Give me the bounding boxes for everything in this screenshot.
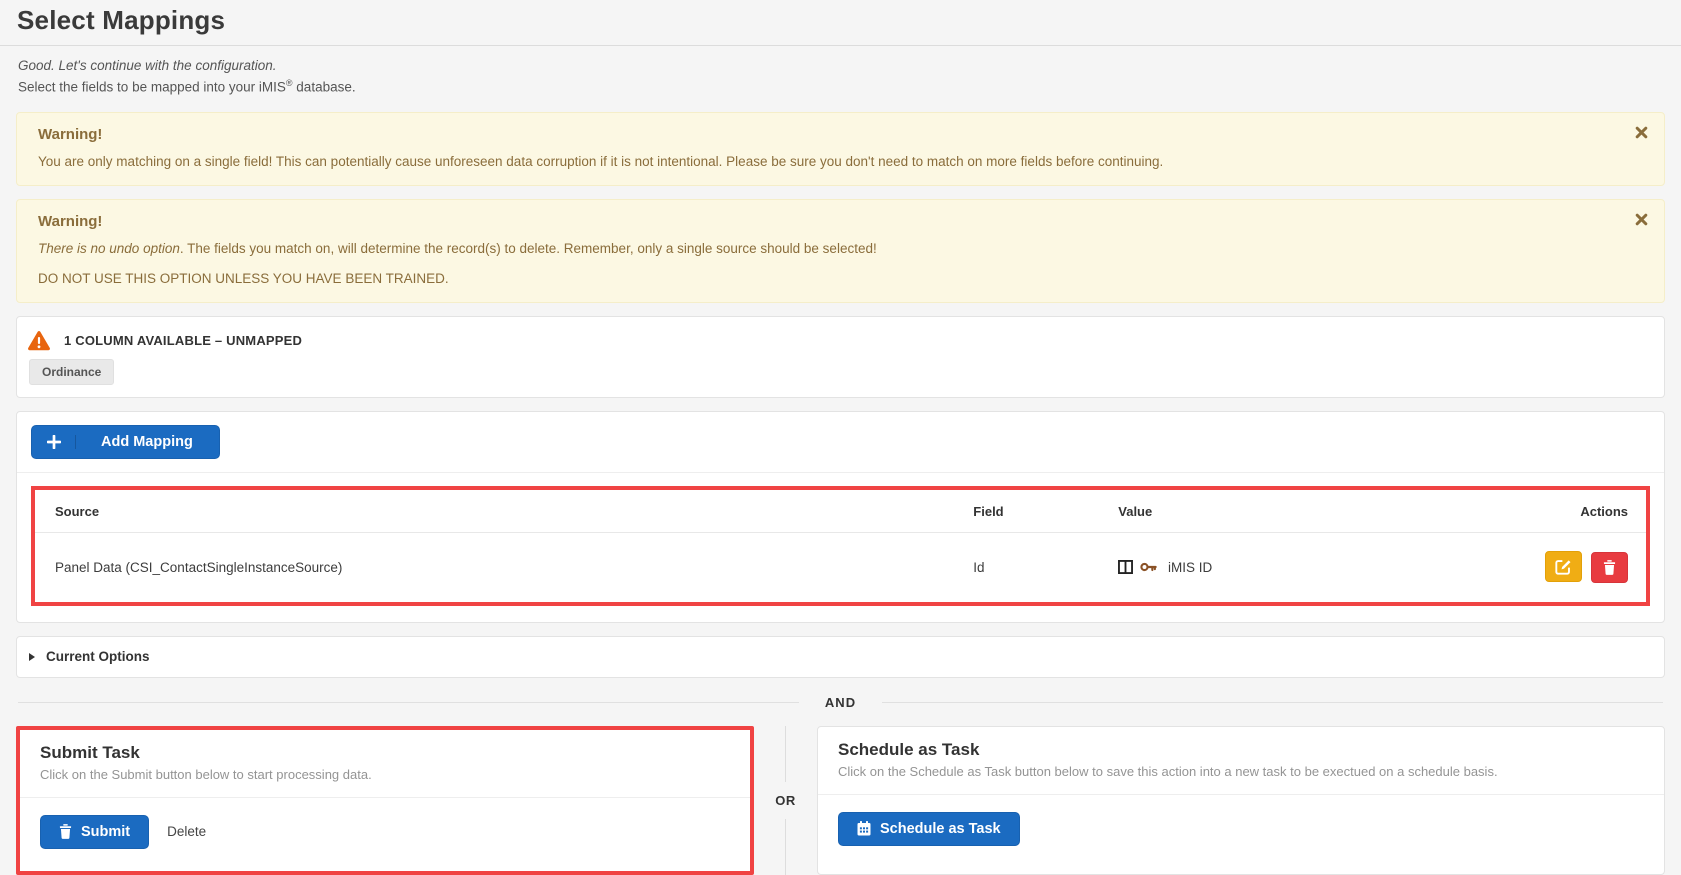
value-cell: iMIS ID <box>1098 533 1404 603</box>
warning-title: Warning! <box>38 211 1620 234</box>
mappings-panel: Add Mapping Source Field Value Actions <box>16 411 1665 623</box>
column-header-source: Source <box>35 490 953 533</box>
page-header: Select Mappings <box>0 0 1681 46</box>
close-icon[interactable] <box>1633 124 1650 141</box>
column-header-value: Value <box>1098 490 1404 533</box>
key-icon <box>1140 560 1157 574</box>
submit-button[interactable]: Submit <box>40 815 149 849</box>
unmapped-count-label: 1 COLUMN AVAILABLE – UNMAPPED <box>64 333 302 348</box>
warning-body-line2: DO NOT USE THIS OPTION UNLESS YOU HAVE B… <box>38 269 1620 289</box>
table-header-row: Source Field Value Actions <box>35 490 1646 533</box>
intro-line-2: Select the fields to be mapped into your… <box>18 77 1663 98</box>
select-mappings-page: Good. Let's continue with the configurat… <box>0 56 1681 875</box>
current-options-toggle[interactable]: Current Options <box>16 636 1665 678</box>
registered-trademark: ® <box>286 78 293 88</box>
value-label: iMIS ID <box>1168 560 1212 575</box>
and-divider: AND <box>18 695 1663 710</box>
delete-action-label: Delete <box>167 824 206 839</box>
schedule-button-label: Schedule as Task <box>880 821 1001 837</box>
or-divider: OR <box>754 726 817 875</box>
caret-right-icon <box>29 653 35 661</box>
task-actions-row: Submit Task Click on the Submit button b… <box>16 726 1665 875</box>
intro-text: Good. Let's continue with the configurat… <box>18 56 1663 98</box>
submit-task-title: Submit Task <box>40 743 730 763</box>
mappings-table-highlight: Source Field Value Actions Panel Data (C… <box>31 486 1650 606</box>
actions-cell <box>1404 533 1646 603</box>
edit-mapping-button[interactable] <box>1545 551 1582 582</box>
trash-icon <box>59 824 72 839</box>
add-mapping-label: Add Mapping <box>101 434 193 450</box>
schedule-task-description: Click on the Schedule as Task button bel… <box>838 762 1644 782</box>
source-cell: Panel Data (CSI_ContactSingleInstanceSou… <box>35 533 953 603</box>
submit-button-label: Submit <box>81 824 130 840</box>
pencil-square-icon <box>1555 558 1572 575</box>
delete-mapping-button[interactable] <box>1591 552 1628 583</box>
or-label: OR <box>775 782 796 819</box>
column-header-actions: Actions <box>1404 490 1646 533</box>
columns-icon <box>1118 560 1133 574</box>
warning-single-field-alert: Warning! You are only matching on a sing… <box>16 112 1665 186</box>
and-label: AND <box>799 695 882 710</box>
mapping-toolbar: Add Mapping <box>17 412 1664 473</box>
warning-no-undo-alert: Warning! There is no undo option. The fi… <box>16 199 1665 303</box>
submit-task-panel: Submit Task Click on the Submit button b… <box>16 726 754 875</box>
current-options-label: Current Options <box>46 649 150 664</box>
schedule-task-panel: Schedule as Task Click on the Schedule a… <box>817 726 1665 875</box>
trash-icon <box>1603 560 1616 575</box>
close-icon[interactable] <box>1633 211 1650 228</box>
table-row: Panel Data (CSI_ContactSingleInstanceSou… <box>35 533 1646 603</box>
warning-body: There is no undo option. The fields you … <box>38 239 1620 259</box>
intro-line-1: Good. Let's continue with the configurat… <box>18 56 1663 77</box>
schedule-as-task-button[interactable]: Schedule as Task <box>838 812 1020 846</box>
mappings-table: Source Field Value Actions Panel Data (C… <box>35 490 1646 602</box>
schedule-task-title: Schedule as Task <box>838 740 1644 760</box>
unmapped-columns-panel: 1 COLUMN AVAILABLE – UNMAPPED Ordinance <box>16 316 1665 398</box>
calendar-icon <box>857 821 871 836</box>
warning-title: Warning! <box>38 124 1620 147</box>
warning-body: You are only matching on a single field!… <box>38 152 1620 172</box>
submit-task-description: Click on the Submit button below to star… <box>40 765 730 785</box>
page-title: Select Mappings <box>17 5 1664 36</box>
unmapped-column-chip[interactable]: Ordinance <box>29 359 114 385</box>
plus-icon <box>47 435 76 449</box>
warning-triangle-icon <box>27 330 51 351</box>
field-cell: Id <box>953 533 1098 603</box>
add-mapping-button[interactable]: Add Mapping <box>31 425 220 459</box>
column-header-field: Field <box>953 490 1098 533</box>
